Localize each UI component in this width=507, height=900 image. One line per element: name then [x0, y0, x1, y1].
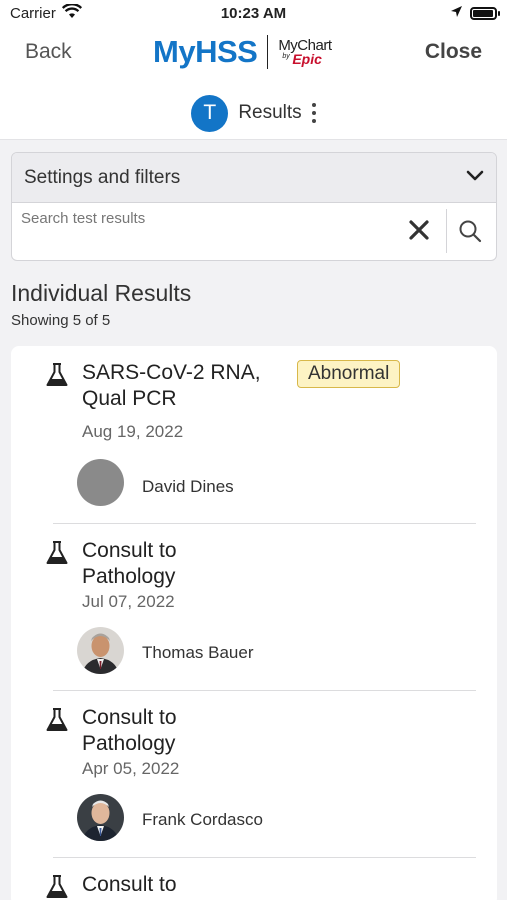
logo-divider — [267, 35, 269, 69]
close-button[interactable]: Close — [425, 40, 482, 64]
battery-icon — [470, 7, 500, 20]
results-count: Showing 5 of 5 — [11, 312, 111, 329]
settings-filters-label: Settings and filters — [24, 166, 181, 188]
search-icon[interactable] — [458, 219, 482, 248]
clock: 10:23 AM — [220, 5, 287, 22]
flask-icon — [45, 707, 69, 738]
more-options-icon[interactable] — [311, 103, 316, 123]
results-list: SARS-CoV-2 RNA, Qual PCR Abnormal Aug 19… — [11, 346, 497, 900]
location-arrow-icon — [450, 5, 463, 22]
provider-avatar — [77, 794, 124, 841]
filter-panel: Settings and filters Search test results — [11, 152, 497, 261]
search-bar: Search test results — [12, 203, 496, 260]
result-name: SARS-CoV-2 RNA, Qual PCR — [82, 361, 261, 410]
page-title: Results — [238, 102, 302, 123]
result-name: Consult to — [82, 873, 177, 896]
section-title: Individual Results — [11, 280, 192, 306]
flask-icon — [45, 874, 69, 900]
result-item[interactable]: Consult to Pathology Apr 05, 2022 Frank … — [11, 691, 497, 858]
back-button[interactable]: Back — [25, 40, 72, 64]
provider-avatar — [77, 627, 124, 674]
mychart-epic-logo: MyChart by Epic — [278, 38, 332, 67]
provider-name: David Dines — [142, 477, 234, 496]
search-separator — [446, 209, 447, 253]
myhss-logo-text: MyHSS — [153, 34, 258, 69]
result-item[interactable]: SARS-CoV-2 RNA, Qual PCR Abnormal Aug 19… — [11, 346, 497, 524]
result-name: Consult to Pathology — [82, 706, 177, 755]
result-date: Apr 05, 2022 — [82, 759, 180, 778]
status-bar: Carrier 10:23 AM — [0, 0, 507, 28]
abnormal-badge: Abnormal — [297, 360, 401, 388]
search-input[interactable]: Search test results — [21, 210, 145, 227]
page-title-row: T Results — [0, 93, 507, 133]
result-date: Jul 07, 2022 — [82, 592, 175, 611]
clear-search-icon[interactable] — [408, 219, 430, 246]
settings-filters-toggle[interactable]: Settings and filters — [12, 153, 496, 203]
provider-avatar — [77, 459, 124, 506]
result-item[interactable]: Consult to — [11, 858, 497, 900]
chevron-down-icon — [466, 169, 484, 187]
epic-logo-text: Epic — [292, 51, 322, 67]
result-item[interactable]: Consult to Pathology Jul 07, 2022 Thomas… — [11, 524, 497, 691]
flask-icon — [45, 540, 69, 571]
provider-name: Thomas Bauer — [142, 643, 254, 662]
result-name: Consult to Pathology — [82, 539, 177, 588]
patient-avatar[interactable]: T — [191, 94, 229, 132]
flask-icon — [45, 362, 69, 393]
myhss-mychart-logo: MyHSS MyChart by Epic — [153, 32, 332, 72]
result-date: Aug 19, 2022 — [82, 422, 184, 441]
provider-name: Frank Cordasco — [142, 810, 263, 829]
nav-header: Back MyHSS MyChart by Epic Close T Resul… — [0, 28, 507, 140]
